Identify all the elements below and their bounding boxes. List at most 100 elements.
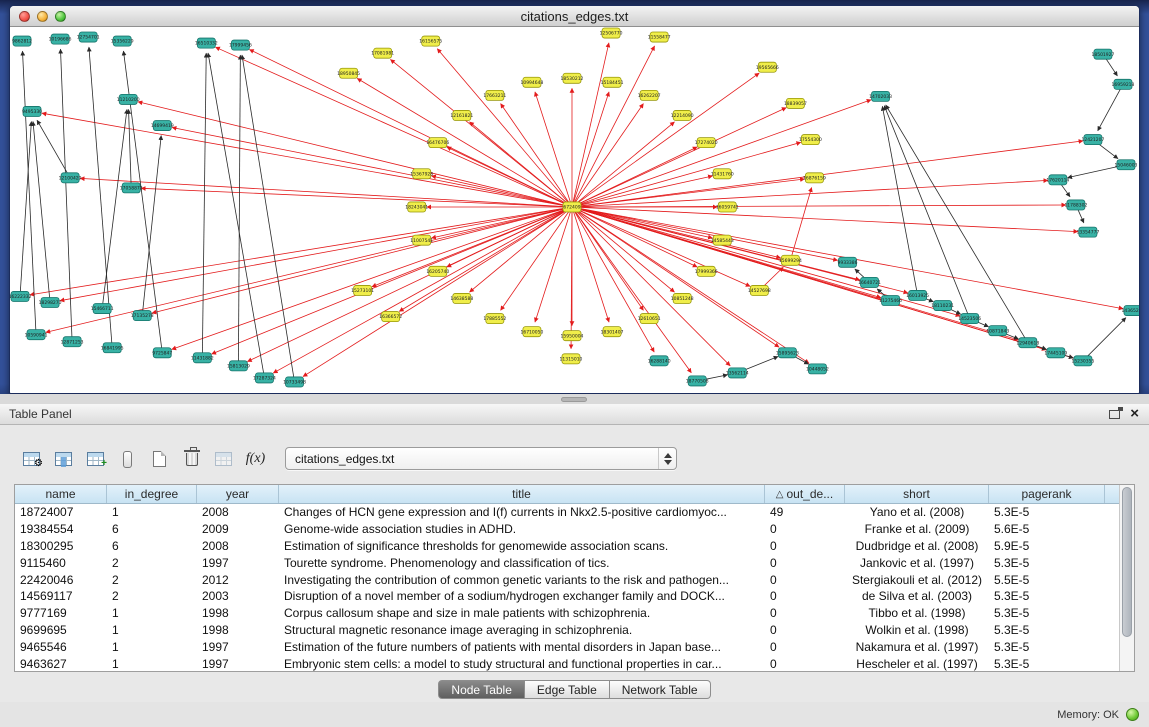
table-row[interactable]: 1872400712008Changes of HCN gene express… bbox=[15, 504, 1119, 521]
graph-node[interactable]: 16959218 bbox=[1112, 79, 1135, 89]
graph-node[interactable]: 10994648 bbox=[520, 77, 543, 87]
graph-node[interactable]: 17999456 bbox=[229, 40, 252, 50]
graph-node[interactable]: 18301407 bbox=[601, 327, 624, 337]
graph-node[interactable]: 11315010 bbox=[560, 354, 583, 364]
graph-node[interactable]: 10590941 bbox=[25, 330, 48, 340]
graph-node[interactable]: 14638588 bbox=[450, 293, 473, 303]
graph-node[interactable]: 17058872 bbox=[120, 183, 143, 193]
graph-edge[interactable] bbox=[212, 207, 572, 354]
graph-edge[interactable] bbox=[89, 47, 112, 348]
graph-node[interactable]: 18243041 bbox=[405, 202, 428, 212]
graph-node[interactable]: 11210200 bbox=[117, 94, 140, 104]
graph-node[interactable]: 15699294 bbox=[779, 255, 802, 265]
new-row-button[interactable] bbox=[146, 446, 173, 472]
graph-node[interactable]: 17885552 bbox=[483, 314, 506, 324]
graph-edge[interactable] bbox=[572, 100, 871, 207]
add-column-button[interactable]: + bbox=[82, 446, 109, 472]
graph-edge[interactable] bbox=[172, 207, 572, 349]
column-header-short[interactable]: short bbox=[845, 485, 989, 503]
graph-edge[interactable] bbox=[303, 207, 572, 377]
graph-edge[interactable] bbox=[572, 205, 1066, 207]
table-row[interactable]: 1456911722003Disruption of a novel membe… bbox=[15, 588, 1119, 605]
graph-edge[interactable] bbox=[437, 49, 572, 207]
graph-node[interactable]: 17287324 bbox=[253, 373, 276, 383]
graph-edge[interactable] bbox=[572, 104, 643, 207]
graph-node[interactable]: 16222332 bbox=[10, 291, 32, 301]
column-header-in_degree[interactable]: in_degree bbox=[107, 485, 197, 503]
graph-edge[interactable] bbox=[202, 53, 206, 358]
horizontal-splitter[interactable] bbox=[0, 394, 1149, 404]
graph-edge[interactable] bbox=[572, 122, 674, 207]
table-row[interactable]: 969969511998Structural magnetic resonanc… bbox=[15, 622, 1119, 639]
graph-node[interactable]: 12421207 bbox=[1081, 135, 1104, 145]
graph-node[interactable]: 14523506 bbox=[958, 314, 981, 324]
graph-edge[interactable] bbox=[572, 207, 881, 298]
graph-edge[interactable] bbox=[572, 207, 750, 286]
graph-node[interactable]: 18950845 bbox=[337, 68, 360, 78]
graph-node[interactable]: 12214090 bbox=[671, 110, 694, 120]
import-table-button[interactable] bbox=[210, 446, 237, 472]
close-panel-icon[interactable]: × bbox=[1130, 408, 1139, 420]
graph-node[interactable]: 12100429 bbox=[59, 173, 82, 183]
graph-edge[interactable] bbox=[208, 53, 264, 378]
column-header-year[interactable]: year bbox=[197, 485, 279, 503]
graph-node[interactable]: 17274020 bbox=[695, 138, 718, 148]
table-selector-combobox[interactable]: citations_edges.txt bbox=[285, 447, 677, 470]
graph-node[interactable]: 10871843 bbox=[986, 326, 1009, 336]
graph-node[interactable]: 12161821 bbox=[450, 110, 473, 120]
graph-node[interactable]: 17554300 bbox=[799, 135, 822, 145]
graph-edge[interactable] bbox=[273, 207, 572, 373]
tab-edge-table[interactable]: Edge Table bbox=[525, 680, 610, 699]
graph-node[interactable]: 9495330 bbox=[22, 106, 42, 116]
graph-edge[interactable] bbox=[238, 55, 240, 366]
graph-edge[interactable] bbox=[129, 109, 132, 187]
graph-node[interactable]: 16510332 bbox=[195, 38, 218, 48]
graph-edge[interactable] bbox=[215, 47, 572, 207]
graph-node[interactable]: 12871253 bbox=[61, 337, 84, 347]
float-panel-icon[interactable] bbox=[1109, 410, 1120, 419]
scrollbar-thumb[interactable] bbox=[1122, 487, 1132, 637]
graph-edge[interactable] bbox=[572, 141, 1083, 207]
graph-edge[interactable] bbox=[60, 49, 72, 342]
graph-node[interactable]: 11007541 bbox=[410, 235, 433, 245]
graph-node[interactable]: 15046003 bbox=[1115, 160, 1138, 170]
graph-edge[interactable] bbox=[102, 109, 127, 308]
graph-node[interactable]: 18501927 bbox=[1092, 49, 1115, 59]
graph-edge[interactable] bbox=[572, 108, 786, 207]
graph-node[interactable]: 12754701 bbox=[77, 32, 100, 42]
graph-node[interactable]: 15230355 bbox=[1071, 356, 1094, 366]
graph-node[interactable]: 13562114 bbox=[726, 368, 749, 378]
graph-node[interactable]: 10448052 bbox=[806, 364, 829, 374]
minimize-window-button[interactable] bbox=[37, 11, 48, 22]
graph-node[interactable]: 11431882 bbox=[191, 353, 214, 363]
graph-node[interactable]: 672409 bbox=[563, 202, 581, 212]
graph-edge[interactable] bbox=[1098, 84, 1123, 130]
graph-node[interactable]: 12610651 bbox=[638, 314, 661, 324]
table-row[interactable]: 977716911998Corpus callosum shape and si… bbox=[15, 605, 1119, 622]
graph-node[interactable]: 15367928 bbox=[410, 169, 433, 179]
graph-node[interactable]: 16059741 bbox=[716, 202, 739, 212]
table-row[interactable]: 1938455462009Genome-wide association stu… bbox=[15, 521, 1119, 538]
graph-edge[interactable] bbox=[572, 43, 609, 207]
tab-network-table[interactable]: Network Table bbox=[610, 680, 711, 699]
graph-node[interactable]: 10733498 bbox=[283, 377, 306, 387]
graph-node[interactable]: 11788302 bbox=[1064, 200, 1087, 210]
graph-edge[interactable] bbox=[1083, 318, 1126, 361]
graph-node[interactable]: 11275466 bbox=[879, 295, 902, 305]
graph-edge[interactable] bbox=[142, 136, 161, 316]
graph-node[interactable]: 15895623 bbox=[776, 348, 799, 358]
table-row[interactable]: 1830029562008Estimation of significance … bbox=[15, 538, 1119, 555]
graph-node[interactable]: 15184451 bbox=[601, 77, 624, 87]
graph-edge[interactable] bbox=[37, 120, 70, 178]
graph-edge[interactable] bbox=[571, 207, 572, 349]
graph-node[interactable]: 15466711 bbox=[91, 304, 114, 314]
show-columns-button[interactable] bbox=[50, 446, 77, 472]
graph-node[interactable]: 17081981 bbox=[371, 48, 394, 58]
table-row[interactable]: 911546021997Tourette syndrome. Phenomeno… bbox=[15, 554, 1119, 571]
table-scrollbar[interactable] bbox=[1119, 485, 1134, 671]
table-row[interactable]: 946362711997Embryonic stem cells: a mode… bbox=[15, 655, 1119, 671]
graph-node[interactable]: 9933386 bbox=[837, 257, 857, 267]
column-header-title[interactable]: title bbox=[279, 485, 765, 503]
network-canvas[interactable]: 6724091853021215184451162622071221409017… bbox=[10, 27, 1139, 393]
graph-edge[interactable] bbox=[882, 106, 917, 295]
